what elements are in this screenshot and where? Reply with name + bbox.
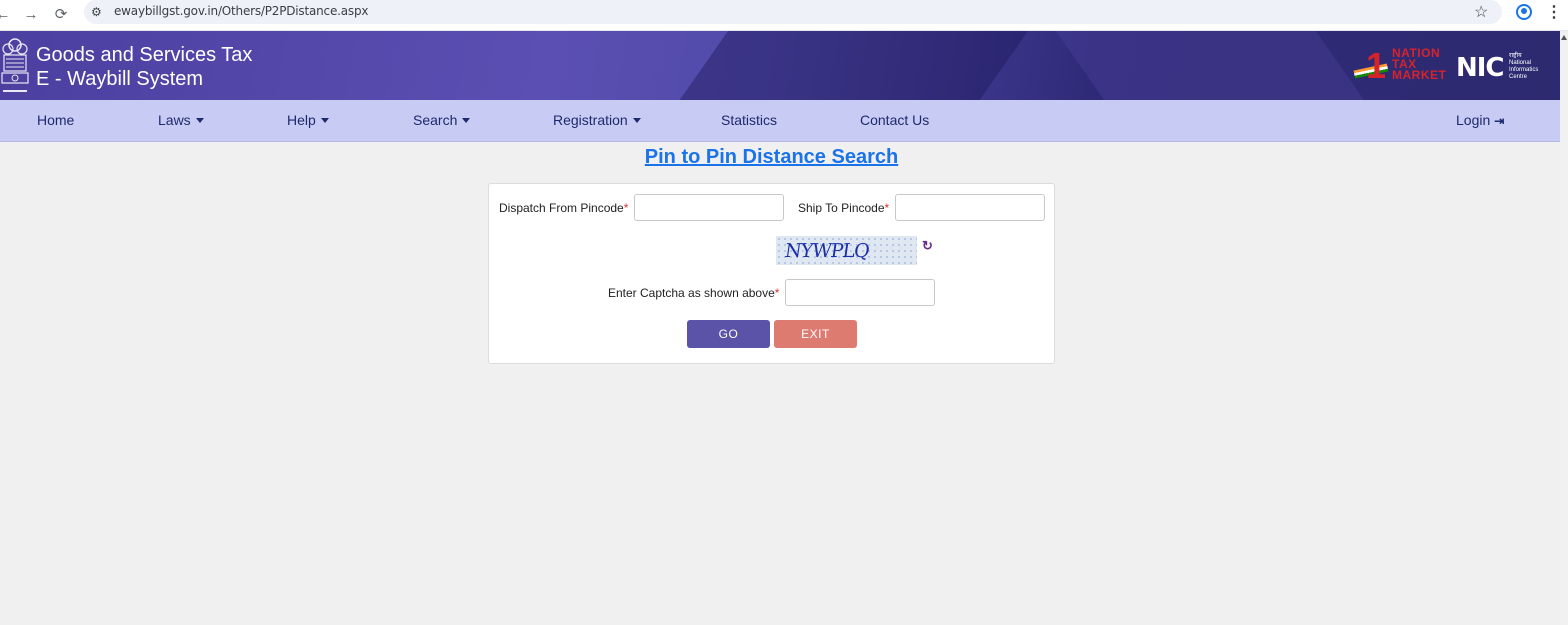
nic-logo-subtext: राष्ट्रीय National Informatics Centre [1509, 53, 1538, 81]
captcha-code: NYWPLQ [783, 240, 871, 262]
site-header: Goods and Services Tax E - Waybill Syste… [0, 31, 1560, 100]
nav-login-label: Login [1456, 112, 1491, 128]
nav-login[interactable]: Login ⇥ [1456, 112, 1504, 129]
nation-tax-market-logo: 1 NATION TAX MARKET [1353, 45, 1452, 86]
captcha-image: NYWPLQ [776, 236, 917, 265]
browser-menu-icon[interactable]: ⋮ [1546, 2, 1562, 22]
scroll-up-arrow-icon[interactable] [1561, 35, 1567, 40]
nav-help-label: Help [287, 112, 316, 128]
nav-home[interactable]: Home [37, 112, 74, 128]
captcha-label-text: Enter Captcha as shown above [608, 286, 775, 300]
nav-statistics-label: Statistics [721, 112, 778, 128]
nic-sub-line3: Informatics [1509, 67, 1539, 73]
caret-down-icon [195, 118, 204, 123]
ship-pincode-input[interactable] [895, 194, 1045, 221]
ntm-logo-number: 1 [1366, 45, 1387, 86]
dispatch-pincode-label: Dispatch From Pincode* [499, 201, 628, 215]
nav-contact-label: Contact Us [860, 112, 930, 128]
distance-search-form: Dispatch From Pincode* Ship To Pincode* … [488, 183, 1055, 364]
page-scrollbar[interactable] [1560, 31, 1568, 625]
back-icon[interactable]: ← [0, 4, 14, 26]
site-title-line2: E - Waybill System [36, 68, 204, 90]
page-title[interactable]: Pin to Pin Distance Search [0, 146, 1543, 169]
partner-logos: 1 NATION TAX MARKET NIC राष्ट्रीय Nation… [1353, 45, 1550, 87]
bookmark-star-icon[interactable]: ☆ [1474, 2, 1488, 22]
nic-sub-line1: राष्ट्रीय [1509, 53, 1522, 59]
ntm-logo-line3: MARKET [1392, 68, 1447, 82]
address-bar[interactable]: ⚙ ewaybillgst.gov.in/Others/P2PDistance.… [84, 0, 1502, 24]
nav-search[interactable]: Search [413, 112, 471, 128]
required-marker: * [774, 286, 780, 300]
site-info-icon[interactable]: ⚙ [91, 2, 102, 22]
forward-icon[interactable]: → [20, 4, 42, 26]
exit-button[interactable]: EXIT [774, 320, 857, 348]
ship-pincode-label: Ship To Pincode* [798, 201, 889, 215]
dispatch-label-text: Dispatch From Pincode [499, 201, 624, 215]
caret-down-icon [462, 118, 471, 123]
caret-down-icon [632, 118, 641, 123]
nav-search-label: Search [413, 112, 458, 128]
national-emblem-icon [1, 38, 29, 92]
caret-down-icon [320, 118, 329, 123]
reload-icon[interactable]: ⟳ [50, 4, 72, 26]
nav-help[interactable]: Help [287, 112, 329, 128]
site-title[interactable]: Goods and Services Tax E - Waybill Syste… [36, 43, 252, 91]
nic-sub-line4: Centre [1509, 74, 1528, 80]
nav-laws[interactable]: Laws [158, 112, 204, 128]
ntm-logo-text: NATION TAX MARKET [1392, 47, 1447, 82]
dispatch-pincode-input[interactable] [634, 194, 784, 221]
url-text: ewaybillgst.gov.in/Others/P2PDistance.as… [114, 4, 369, 18]
main-nav: Home Laws Help Search Registration Stati… [0, 100, 1560, 142]
refresh-captcha-icon[interactable]: ↻ [922, 238, 933, 254]
nav-laws-label: Laws [158, 112, 191, 128]
ship-label-text: Ship To Pincode [798, 201, 885, 215]
browser-toolbar: ← → ⟳ ⚙ ewaybillgst.gov.in/Others/P2PDis… [0, 0, 1568, 31]
captcha-label: Enter Captcha as shown above* [608, 286, 779, 300]
nav-registration-label: Registration [553, 112, 628, 128]
nic-sub-line2: National [1509, 60, 1532, 66]
captcha-input[interactable] [785, 279, 935, 306]
banner-decoration [1055, 31, 1365, 100]
nav-statistics[interactable]: Statistics [721, 112, 777, 128]
profile-icon[interactable] [1516, 4, 1532, 20]
required-marker: * [623, 201, 629, 215]
banner-decoration [643, 31, 1057, 100]
site-title-line1: Goods and Services Tax [36, 44, 253, 66]
required-marker: * [884, 201, 890, 215]
nav-registration[interactable]: Registration [553, 112, 641, 128]
go-button[interactable]: GO [687, 320, 770, 348]
nav-contact-us[interactable]: Contact Us [860, 112, 929, 128]
nic-logo: NIC [1456, 53, 1505, 83]
nav-home-label: Home [37, 112, 75, 128]
sign-in-icon: ⇥ [1494, 114, 1505, 128]
